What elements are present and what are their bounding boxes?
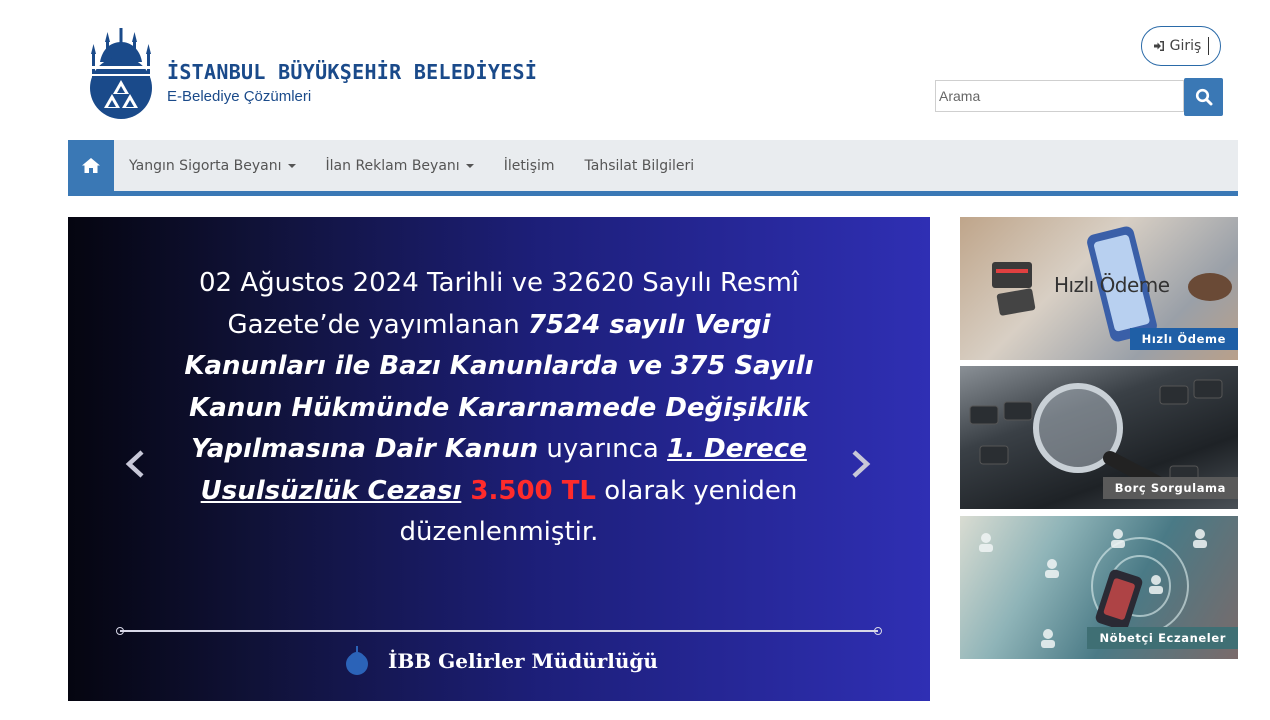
card-label: Nöbetçi Eczaneler	[1087, 627, 1238, 649]
card-borc-sorgulama[interactable]: Borç Sorgulama	[960, 366, 1238, 509]
slide-line: Yapılmasına Dair Kanun uyarınca 1. Derec…	[191, 434, 807, 464]
divider-dot	[116, 627, 124, 635]
nav-item-yangin-sigorta[interactable]: Yangın Sigorta Beyanı	[114, 140, 311, 191]
announcement-carousel: 02 Ağustos 2024 Tarihli ve 32620 Sayılı …	[68, 217, 930, 701]
sign-in-icon	[1153, 41, 1164, 51]
ibb-small-logo-icon	[346, 646, 369, 675]
slide-line: Kanunları ile Bazı Kanunlarda ve 375 Say…	[184, 351, 814, 381]
nav-item-label: Tahsilat Bilgileri	[584, 157, 695, 174]
login-button[interactable]: Giriş	[1141, 26, 1221, 66]
search-icon	[1195, 88, 1212, 106]
ibb-logo[interactable]	[86, 28, 156, 122]
nav-item-ilan-reklam[interactable]: İlan Reklam Beyanı	[311, 140, 489, 191]
slide-line: Kanun Hükmünde Kararnamede Değişiklik	[189, 392, 809, 423]
slide-line: Gazete’de yayımlanan 7524 sayılı Vergi	[227, 309, 771, 340]
slide-footer: İBB Gelirler Müdürlüğü	[318, 641, 680, 681]
brand-subtitle: E-Belediye Çözümleri	[167, 88, 312, 105]
chevron-left-icon	[125, 450, 144, 478]
mosque-logo-icon	[90, 28, 152, 119]
divider-dot	[874, 627, 882, 635]
text-cursor	[1208, 37, 1210, 55]
chevron-right-icon	[852, 450, 871, 478]
card-label: Borç Sorgulama	[1102, 477, 1238, 499]
home-icon	[82, 158, 100, 173]
nav-item-label: Yangın Sigorta Beyanı	[129, 157, 282, 174]
slide-text: 02 Ağustos 2024 Tarihli ve 32620 Sayılı …	[128, 263, 870, 554]
caret-down-icon	[287, 163, 296, 168]
brand-title: İSTANBUL BÜYÜKŞEHİR BELEDİYESİ	[167, 60, 538, 84]
card-nobetci-eczaneler[interactable]: Nöbetçi Eczaneler	[960, 516, 1238, 659]
search-input[interactable]	[935, 80, 1184, 112]
slide-divider	[120, 630, 878, 632]
nav-item-tahsilat[interactable]: Tahsilat Bilgileri	[570, 140, 710, 191]
slide-line: düzenlenmiştir.	[399, 517, 599, 547]
slide-footer-text: İBB Gelirler Müdürlüğü	[388, 649, 658, 673]
nav-item-label: İlan Reklam Beyanı	[325, 157, 460, 174]
slide-line: Usulsüzlük Cezası 3.500 TL olarak yenide…	[200, 475, 798, 506]
nav-item-label: İletişim	[503, 157, 555, 174]
login-label: Giriş	[1169, 38, 1202, 54]
carousel-prev-button[interactable]	[120, 449, 150, 479]
carousel-next-button[interactable]	[846, 449, 876, 479]
nav-item-iletisim[interactable]: İletişim	[489, 140, 570, 191]
caret-down-icon	[465, 163, 474, 168]
card-overlay-text: Hızlı Ödeme	[1054, 273, 1170, 297]
nav-home-button[interactable]	[68, 140, 114, 191]
search-button[interactable]	[1184, 78, 1223, 116]
main-navbar: Yangın Sigorta Beyanı İlan Reklam Beyanı…	[68, 140, 1238, 196]
card-label: Hızlı Ödeme	[1129, 328, 1238, 350]
card-hizli-odeme[interactable]: Hızlı Ödeme Hızlı Ödeme	[960, 217, 1238, 360]
slide-line: 02 Ağustos 2024 Tarihli ve 32620 Sayılı …	[199, 268, 799, 298]
